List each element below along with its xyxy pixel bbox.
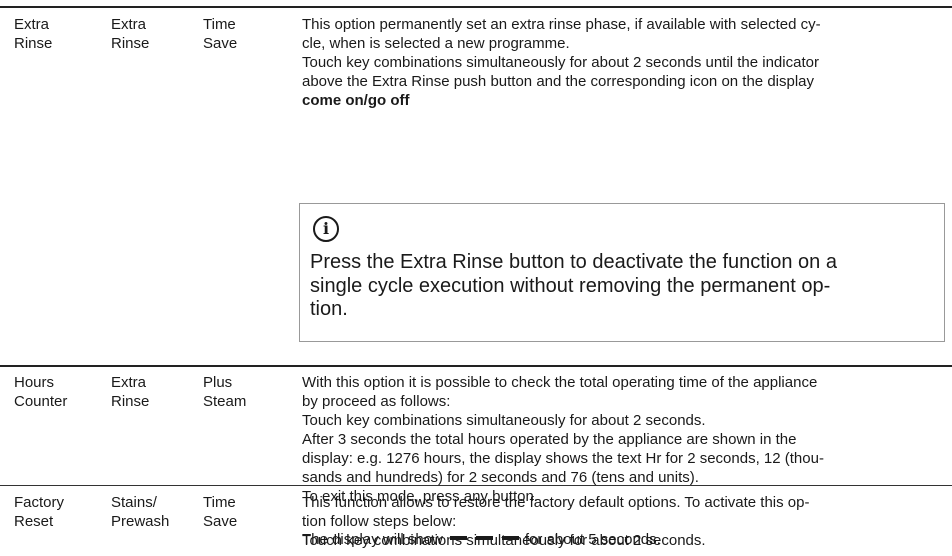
row3-option-line2: Reset <box>14 513 54 530</box>
row3-option-line1: Factory <box>14 494 65 511</box>
dash-icon <box>475 536 493 541</box>
row3-desc-line2: tion follow steps below: <box>302 513 457 530</box>
row1-desc-line1: This option permanently set an extra rin… <box>302 16 821 33</box>
row1-button-1: Extra Rinse <box>111 15 191 53</box>
row3-button-1-line1: Stains/ <box>111 494 157 511</box>
row1-option-line1: Extra <box>14 16 50 33</box>
table-top-rule <box>0 6 952 8</box>
row2-button-1: Extra Rinse <box>111 373 191 411</box>
display-text-before: The display will show <box>302 531 443 548</box>
row2-button-1-line1: Extra <box>111 374 147 391</box>
row3-display-line: The display will show for about 5 seconds… <box>302 530 942 549</box>
row-separator-1 <box>0 365 952 367</box>
row2-desc-line1: With this option it is possible to check… <box>302 374 818 391</box>
row1-option-name: Extra Rinse <box>14 15 94 53</box>
dash-icon <box>449 536 467 541</box>
info-icon: i <box>313 216 339 242</box>
row3-button-2: Time Save <box>203 493 283 531</box>
note-line1: Press the Extra Rinse button to deactiva… <box>310 251 837 273</box>
row1-description: This option permanently set an extra rin… <box>302 15 942 110</box>
row2-option-name: Hours Counter <box>14 373 94 411</box>
row2-option-line1: Hours <box>14 374 55 391</box>
display-dashes-icon <box>449 536 519 541</box>
note-line3: tion. <box>310 298 348 320</box>
dash-icon <box>501 536 519 541</box>
row3-option-name: Factory Reset <box>14 493 94 531</box>
row1-button-2-line1: Time <box>203 16 236 33</box>
row1-option-line2: Rinse <box>14 35 53 52</box>
row1-button-1-line2: Rinse <box>111 35 150 52</box>
row1-button-1-line1: Extra <box>111 16 147 33</box>
row1-desc-line3: Touch key combinations simultaneously fo… <box>302 54 819 71</box>
row2-desc-line6: sands and hundreds) for 2 seconds and 76… <box>302 469 699 486</box>
info-note-box: i Press the Extra Rinse button to deacti… <box>299 203 945 342</box>
row3-button-2-line2: Save <box>203 513 238 530</box>
row1-desc-bold: come on/go off <box>302 92 410 109</box>
row1-button-2: Time Save <box>203 15 283 53</box>
row2-button-2-line1: Plus <box>203 374 233 391</box>
row2-option-line2: Counter <box>14 393 68 410</box>
row2-button-2-line2: Steam <box>203 393 247 410</box>
row3-button-1: Stains/ Prewash <box>111 493 191 531</box>
info-note-text: Press the Extra Rinse button to deactiva… <box>310 251 930 322</box>
row2-desc-line3: Touch key combinations simultaneously fo… <box>302 412 706 429</box>
row1-button-2-line2: Save <box>203 35 238 52</box>
row2-description: With this option it is possible to check… <box>302 373 942 506</box>
row2-desc-line5: display: e.g. 1276 hours, the display sh… <box>302 450 824 467</box>
row1-desc-line2: cle, when is selected a new programme. <box>302 35 570 52</box>
row2-button-2: Plus Steam <box>203 373 283 411</box>
row2-desc-line2: by proceed as follows: <box>302 393 451 410</box>
row2-desc-line4: After 3 seconds the total hours operated… <box>302 431 797 448</box>
row3-button-1-line2: Prewash <box>111 513 170 530</box>
row3-button-2-line1: Time <box>203 494 236 511</box>
note-line2: single cycle execution without removing … <box>310 274 831 297</box>
row3-desc-line1: This function allows to restore the fact… <box>302 494 810 511</box>
display-text-after: for about 5 seconds. <box>524 531 661 548</box>
row2-button-1-line2: Rinse <box>111 393 150 410</box>
row1-desc-line4: above the Extra Rinse push button and th… <box>302 73 815 90</box>
